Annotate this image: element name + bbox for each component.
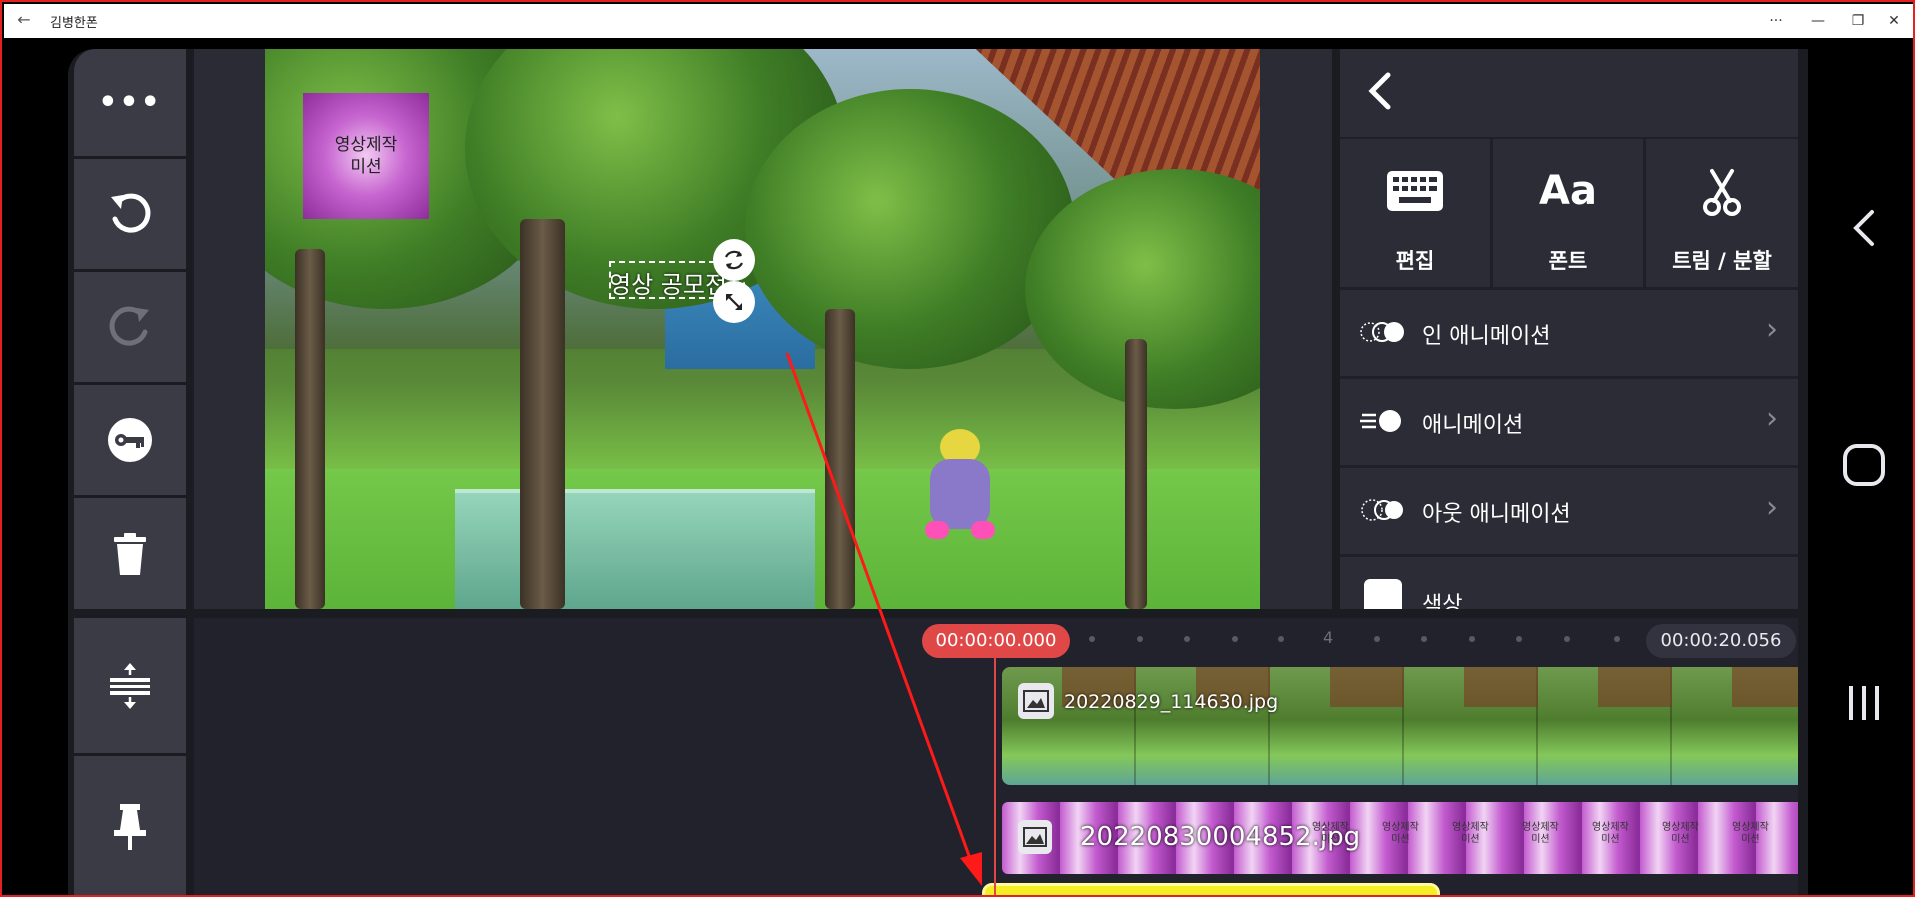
annotation-arrow: [785, 352, 982, 886]
restore-button[interactable]: ❐: [1840, 8, 1876, 34]
more-options-icon[interactable]: ···: [1758, 8, 1794, 34]
close-button[interactable]: ✕: [1876, 8, 1912, 34]
title-bar: ← 김병한폰 ··· — ❐ ✕: [4, 4, 1913, 38]
minimize-button[interactable]: —: [1800, 8, 1836, 34]
back-arrow-icon[interactable]: ←: [12, 8, 36, 32]
window-title: 김병한폰: [50, 16, 98, 31]
window-frame: ← 김병한폰 ··· — ❐ ✕ ••• 영상제작 미션 영상 공모전 편집 A…: [0, 0, 1915, 897]
phone-screen: ••• 영상제작 미션 영상 공모전 편집 Aa 폰트 트림 / 분할 인 애니…: [4, 38, 1913, 895]
